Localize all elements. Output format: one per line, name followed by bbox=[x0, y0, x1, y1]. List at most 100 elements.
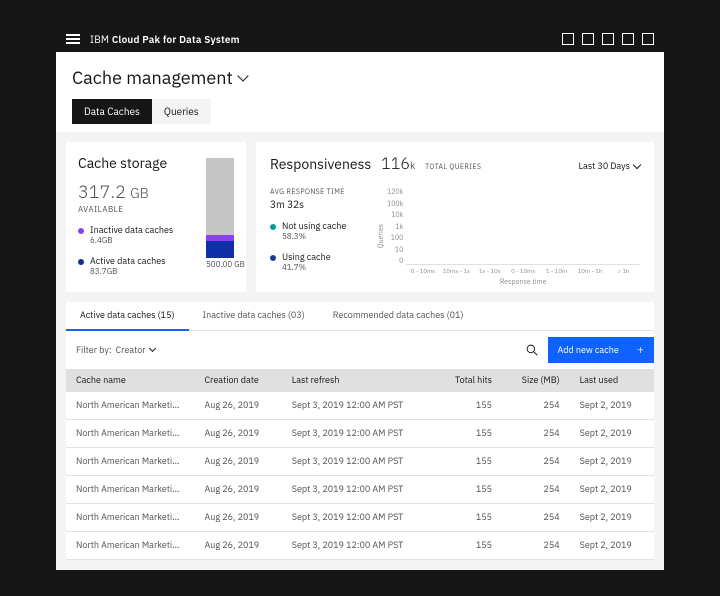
cell-size: 254 bbox=[502, 392, 570, 420]
page-title: Cache management bbox=[72, 66, 233, 89]
chart-bars bbox=[406, 187, 640, 265]
cell-hits: 155 bbox=[435, 476, 502, 504]
cache-storage-card: Cache storage 317.2 GB AVAILABLE Inactiv… bbox=[66, 142, 246, 292]
chevron-down-icon bbox=[237, 70, 248, 81]
column-header[interactable]: Last refresh bbox=[282, 369, 436, 392]
y-axis-ticks: 120k100k10k1k100100 bbox=[387, 187, 406, 265]
dot-icon bbox=[78, 259, 84, 265]
cell-created: Aug 26, 2019 bbox=[194, 392, 281, 420]
y-axis-label: Queries bbox=[376, 224, 385, 248]
table-toolbar: Filter by: Creator Add new cache + bbox=[66, 331, 654, 369]
resp-title: Responsiveness bbox=[270, 155, 371, 173]
cell-used: Sept 2, 2019 bbox=[570, 448, 654, 476]
cell-used: Sept 2, 2019 bbox=[570, 504, 654, 532]
caches-table: Cache nameCreation dateLast refreshTotal… bbox=[66, 369, 654, 560]
cell-hits: 155 bbox=[435, 392, 502, 420]
filter-by-dropdown[interactable]: Filter by: Creator bbox=[76, 345, 155, 356]
storage-capacity: 500.00 GB bbox=[206, 260, 234, 270]
app-window: IBM Cloud Pak for Data System Cache mana… bbox=[56, 26, 664, 570]
topbar: IBM Cloud Pak for Data System bbox=[56, 26, 664, 52]
dot-icon bbox=[270, 224, 276, 230]
dot-icon bbox=[78, 228, 84, 234]
total-queries-value: 116k bbox=[381, 154, 415, 174]
cell-used: Sept 2, 2019 bbox=[570, 392, 654, 420]
brand-name: Cloud Pak for Data System bbox=[112, 33, 240, 46]
table-header-row: Cache nameCreation dateLast refreshTotal… bbox=[66, 369, 654, 392]
topbar-action-5[interactable] bbox=[642, 33, 654, 45]
cell-created: Aug 26, 2019 bbox=[194, 476, 281, 504]
not-using-value: 58.3% bbox=[282, 232, 362, 242]
brand-prefix: IBM bbox=[90, 33, 109, 46]
cell-hits: 155 bbox=[435, 420, 502, 448]
cell-size: 254 bbox=[502, 532, 570, 560]
responsiveness-card: Responsiveness 116k TOTAL QUERIES Last 3… bbox=[256, 142, 654, 292]
cell-hits: 155 bbox=[435, 448, 502, 476]
cell-created: Aug 26, 2019 bbox=[194, 448, 281, 476]
x-axis-label: Response time bbox=[406, 277, 640, 286]
cell-created: Aug 26, 2019 bbox=[194, 420, 281, 448]
x-axis-ticks: 0 - 10ms10ms - 1s1s - 10s0 - 10ms1 - 10m… bbox=[406, 265, 640, 275]
cell-size: 254 bbox=[502, 448, 570, 476]
page-header: Cache management Data Caches Queries bbox=[56, 52, 664, 132]
table-body: North American Marketing T...Aug 26, 201… bbox=[66, 392, 654, 560]
table-row[interactable]: North American Marketing T...Aug 26, 201… bbox=[66, 532, 654, 560]
search-icon[interactable] bbox=[522, 340, 542, 360]
page-title-dropdown[interactable]: Cache management bbox=[72, 66, 648, 89]
cell-name: North American Marketing T... bbox=[66, 392, 194, 420]
cell-used: Sept 2, 2019 bbox=[570, 420, 654, 448]
content: Cache storage 317.2 GB AVAILABLE Inactiv… bbox=[56, 132, 664, 570]
main-tabs: Data Caches Queries bbox=[72, 99, 648, 124]
storage-bar: 500.00 GB bbox=[206, 158, 234, 258]
subtab-active-caches[interactable]: Active data caches (15) bbox=[66, 302, 189, 331]
cell-name: North American Marketing T... bbox=[66, 504, 194, 532]
date-range-dropdown[interactable]: Last 30 Days bbox=[579, 161, 640, 172]
topbar-action-3[interactable] bbox=[602, 33, 614, 45]
cell-refresh: Sept 3, 2019 12:00 AM PST bbox=[282, 532, 436, 560]
total-queries-label: TOTAL QUERIES bbox=[425, 162, 481, 171]
responsiveness-chart: Queries 120k100k10k1k100100 0 - 10ms10ms… bbox=[376, 187, 640, 286]
subtab-inactive-caches[interactable]: Inactive data caches (03) bbox=[189, 302, 319, 330]
using-value: 41.7% bbox=[282, 263, 362, 273]
cell-name: North American Marketing T... bbox=[66, 420, 194, 448]
cell-refresh: Sept 3, 2019 12:00 AM PST bbox=[282, 420, 436, 448]
menu-icon[interactable] bbox=[66, 34, 80, 44]
cell-created: Aug 26, 2019 bbox=[194, 532, 281, 560]
subtabs: Active data caches (15) Inactive data ca… bbox=[66, 302, 654, 331]
topbar-action-2[interactable] bbox=[582, 33, 594, 45]
column-header[interactable]: Total hits bbox=[435, 369, 502, 392]
table-row[interactable]: North American Marketing T...Aug 26, 201… bbox=[66, 504, 654, 532]
column-header[interactable]: Size (MB) bbox=[502, 369, 570, 392]
caches-table-panel: Active data caches (15) Inactive data ca… bbox=[66, 302, 654, 560]
column-header[interactable]: Creation date bbox=[194, 369, 281, 392]
topbar-action-1[interactable] bbox=[562, 33, 574, 45]
cell-size: 254 bbox=[502, 476, 570, 504]
column-header[interactable]: Last used bbox=[570, 369, 654, 392]
avg-response-value: 3m 32s bbox=[270, 198, 362, 211]
cell-used: Sept 2, 2019 bbox=[570, 532, 654, 560]
topbar-action-4[interactable] bbox=[622, 33, 634, 45]
tab-data-caches[interactable]: Data Caches bbox=[72, 99, 152, 124]
avg-response-label: AVG RESPONSE TIME bbox=[270, 187, 362, 196]
cell-created: Aug 26, 2019 bbox=[194, 504, 281, 532]
resp-stats: AVG RESPONSE TIME 3m 32s Not using cache… bbox=[270, 187, 362, 286]
add-new-cache-button[interactable]: Add new cache + bbox=[548, 337, 655, 363]
cell-name: North American Marketing T... bbox=[66, 532, 194, 560]
brand: IBM Cloud Pak for Data System bbox=[90, 33, 240, 46]
dot-icon bbox=[270, 255, 276, 261]
cell-size: 254 bbox=[502, 504, 570, 532]
column-header[interactable]: Cache name bbox=[66, 369, 194, 392]
subtab-recommended-caches[interactable]: Recommended data caches (01) bbox=[319, 302, 478, 330]
chevron-down-icon bbox=[633, 161, 641, 169]
plus-icon: + bbox=[637, 343, 644, 358]
tab-queries[interactable]: Queries bbox=[152, 99, 211, 124]
table-row[interactable]: North American Marketing T...Aug 26, 201… bbox=[66, 476, 654, 504]
cell-refresh: Sept 3, 2019 12:00 AM PST bbox=[282, 476, 436, 504]
cell-size: 254 bbox=[502, 420, 570, 448]
cell-hits: 155 bbox=[435, 532, 502, 560]
table-row[interactable]: North American Marketing T...Aug 26, 201… bbox=[66, 392, 654, 420]
table-row[interactable]: North American Marketing T...Aug 26, 201… bbox=[66, 420, 654, 448]
cell-refresh: Sept 3, 2019 12:00 AM PST bbox=[282, 504, 436, 532]
cell-refresh: Sept 3, 2019 12:00 AM PST bbox=[282, 392, 436, 420]
cell-name: North American Marketing T... bbox=[66, 476, 194, 504]
table-row[interactable]: North American Marketing T...Aug 26, 201… bbox=[66, 448, 654, 476]
